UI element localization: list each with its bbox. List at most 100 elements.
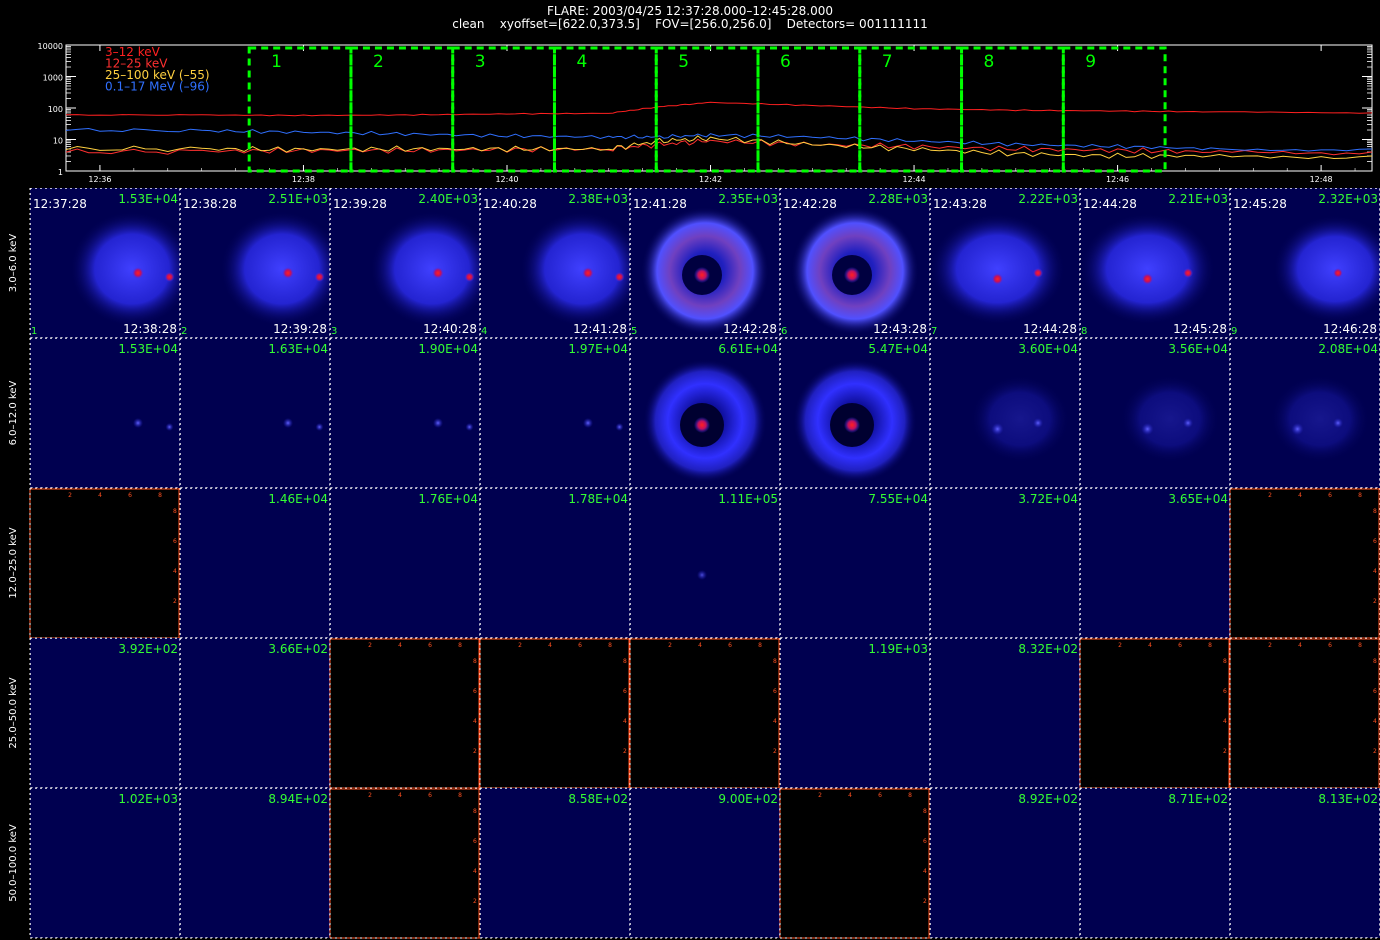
cell-start-time: 12:41:28	[633, 197, 687, 211]
imaging-parameters: clean xyoffset=[622.0,373.5] FOV=[256.0,…	[452, 17, 928, 31]
empty-axis-tick: 8	[458, 792, 462, 799]
empty-axis-tick: 2	[473, 898, 477, 905]
image-grid: 3.0–6.0 keV 6.0–12.0 keV 12.0–25.0 keV 25.0…	[8, 188, 1380, 939]
source-spot	[1291, 423, 1304, 435]
image-max-value: 8.71E+02	[1168, 792, 1228, 806]
source-spot	[165, 423, 174, 431]
image-cell: 8.94E+02	[180, 788, 330, 938]
x-tick-label: 12:38	[292, 175, 315, 184]
interval-label: 1	[271, 52, 282, 72]
empty-axis-tick: 4	[1298, 642, 1302, 649]
image-max-value: 3.65E+04	[1168, 492, 1228, 506]
empty-axis-tick: 4	[1223, 718, 1227, 725]
interval-box	[247, 46, 353, 173]
empty-axis-tick: 4	[623, 718, 627, 725]
empty-axis-tick: 8	[1223, 658, 1227, 665]
image-background	[930, 788, 1080, 938]
cell-end-time: 12:46:28	[1323, 322, 1377, 336]
image-max-value: 3.56E+04	[1168, 342, 1228, 356]
cell-start-time: 12:44:28	[1083, 197, 1137, 211]
empty-axis-tick: 2	[818, 792, 822, 799]
image-cell: 8.92E+02	[930, 788, 1080, 938]
y-tick-label: 10000	[38, 42, 63, 51]
empty-axis-tick: 2	[773, 748, 777, 755]
image-max-value: 1.97E+04	[568, 342, 628, 356]
source-spot	[1033, 418, 1043, 428]
image-background	[480, 338, 630, 488]
row-label: 12.0–25.0 keV	[8, 527, 19, 598]
interval-label: 7	[882, 52, 893, 72]
image-cell: 2.22E+03 12:43:28 12:44:28 7	[929, 188, 1080, 338]
empty-axis-tick: 2	[1268, 642, 1272, 649]
image-max-value: 1.76E+04	[418, 492, 478, 506]
image-background	[1230, 788, 1380, 938]
empty-axis-tick: 8	[158, 492, 162, 499]
interval-label: 5	[678, 52, 689, 72]
cell-start-time: 12:40:28	[483, 197, 537, 211]
source-spot	[315, 423, 324, 431]
x-tick-label: 12:48	[1310, 175, 1333, 184]
emission-cloud	[1079, 213, 1216, 325]
source-spot	[314, 272, 325, 282]
image-max-value: 2.08E+04	[1318, 342, 1378, 356]
image-cell: 1.76E+04	[330, 488, 480, 638]
cell-start-time: 12:42:28	[783, 197, 837, 211]
empty-axis-tick: 6	[428, 642, 432, 649]
x-tick-label: 12:40	[495, 175, 518, 184]
light-curve-plot: 10000 1000 100 10 1 12:36 12:38 12:40 12:42 12:44…	[38, 42, 1373, 184]
empty-axis-tick: 8	[473, 658, 477, 665]
source-spot	[844, 417, 860, 433]
emission-cloud	[1270, 375, 1370, 463]
cell-start-time: 12:37:28	[33, 197, 87, 211]
cell-index: 5	[631, 326, 637, 337]
empty-axis-tick: 8	[908, 792, 912, 799]
empty-axis-tick: 2	[473, 748, 477, 755]
image-cell: 2.32E+03 12:45:28 12:46:28 9	[1230, 188, 1380, 338]
image-max-value: 1.53E+04	[118, 192, 178, 206]
empty-axis-tick: 2	[68, 492, 72, 499]
image-max-value: 2.35E+03	[718, 192, 778, 206]
image-cell: 2 2 4 4 6 6 8 8	[479, 638, 630, 789]
image-cell: 1.02E+03	[30, 788, 180, 938]
image-max-value: 3.92E+02	[118, 642, 178, 656]
empty-axis-tick: 4	[548, 642, 552, 649]
series-line-4	[65, 127, 1373, 152]
interval-box	[1061, 46, 1167, 173]
interval-label: 2	[373, 52, 384, 72]
emission-cloud	[970, 375, 1070, 463]
image-max-value: 7.55E+04	[868, 492, 928, 506]
empty-axis-tick: 2	[623, 748, 627, 755]
empty-axis-tick: 8	[608, 642, 612, 649]
empty-axis-tick: 4	[398, 642, 402, 649]
image-cell: 1.53E+04 12:37:28 12:38:28 1	[30, 188, 194, 338]
empty-axis-tick: 4	[98, 492, 102, 499]
empty-axis-tick: 6	[1328, 642, 1332, 649]
empty-image	[480, 638, 630, 788]
image-background	[480, 788, 630, 938]
interval-label: 9	[1085, 52, 1096, 72]
source-spot	[1141, 273, 1154, 285]
source-spot	[132, 267, 144, 279]
empty-axis-tick: 2	[368, 642, 372, 649]
cell-index: 7	[931, 326, 937, 337]
empty-axis-tick: 8	[1373, 658, 1377, 665]
image-max-value: 3.60E+04	[1018, 342, 1078, 356]
image-background	[330, 488, 480, 638]
empty-axis-tick: 6	[473, 838, 477, 845]
empty-axis-tick: 4	[1148, 642, 1152, 649]
empty-image	[30, 488, 180, 638]
cell-end-time: 12:45:28	[1173, 322, 1227, 336]
cell-end-time: 12:39:28	[273, 322, 327, 336]
source-spot	[1183, 268, 1193, 278]
image-max-value: 1.53E+04	[118, 342, 178, 356]
image-max-value: 2.21E+03	[1168, 192, 1228, 206]
cell-end-time: 12:38:28	[123, 322, 177, 336]
emission-cloud	[370, 211, 494, 327]
source-spot	[697, 570, 707, 580]
source-spot	[694, 267, 710, 283]
image-max-value: 1.11E+05	[718, 492, 778, 506]
image-max-value: 1.90E+04	[418, 342, 478, 356]
interval-box	[552, 46, 658, 173]
image-cell: 2 2 4 4 6 6 8 8	[629, 638, 780, 789]
y-tick-label: 1000	[43, 74, 63, 83]
